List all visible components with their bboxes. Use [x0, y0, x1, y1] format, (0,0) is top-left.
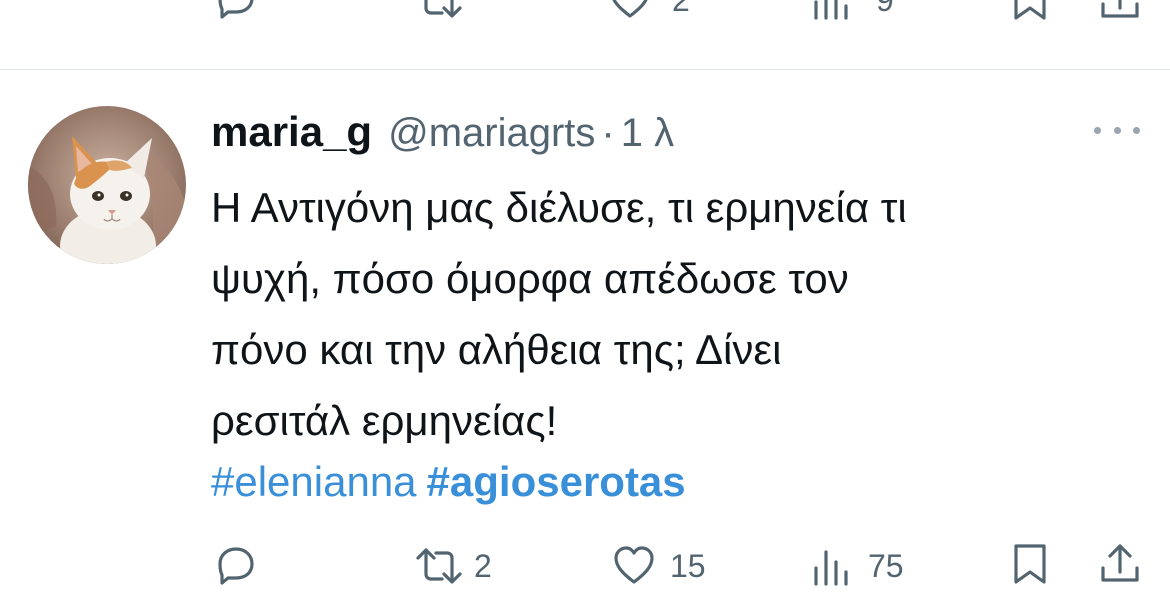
more-options-button[interactable] [1094, 120, 1140, 140]
share-button[interactable] [1098, 0, 1142, 22]
tweet-text-line: Η Αντιγόνη μας διέλυσε, τι ερμηνεία τι [211, 184, 907, 231]
cat-avatar-image [28, 106, 186, 264]
views-icon [814, 0, 848, 20]
views-button[interactable]: 75 [810, 544, 904, 588]
tweet-text: Η Αντιγόνη μας διέλυσε, τι ερμηνεία τι ψ… [211, 172, 1151, 456]
separator-dot: · [601, 111, 615, 155]
tweet-text-line: πόνο και την αλήθεια της; Δίνει [211, 326, 782, 373]
repost-button[interactable] [414, 0, 464, 22]
reply-button[interactable] [214, 0, 258, 22]
tweet-text-line: ψυχή, πόσο όμορφα απέδωσε τον [211, 255, 849, 302]
reply-icon [218, 0, 254, 19]
heart-icon [614, 546, 654, 584]
repost-icon [416, 548, 462, 584]
more-options-icon [1094, 126, 1101, 134]
hashtag-link[interactable]: #agioserotas [427, 458, 686, 505]
repost-count: 2 [474, 548, 492, 584]
bookmark-icon [1014, 0, 1046, 20]
bookmark-button[interactable] [1010, 0, 1050, 22]
like-count: 2 [672, 0, 690, 18]
hashtag-link[interactable]: #elenianna [211, 458, 417, 505]
hashtags: #elenianna #agioserotas [211, 452, 686, 512]
tweet-text-line: ρεσιτάλ ερμηνείας! [211, 397, 558, 444]
like-button[interactable]: 15 [612, 544, 706, 588]
like-count: 15 [670, 548, 706, 584]
display-name[interactable]: maria_g [211, 108, 372, 156]
bookmark-button[interactable] [1010, 542, 1050, 586]
like-button[interactable]: 2 [608, 0, 690, 22]
previous-tweet-action-bar: 2 9 [0, 0, 1170, 40]
tweet-divider [0, 69, 1170, 70]
heart-icon [612, 0, 648, 18]
avatar[interactable] [28, 106, 186, 264]
tweet-header: maria_g @mariagrts · 1 λ [211, 108, 674, 158]
views-count: 75 [868, 548, 904, 584]
tweet-timestamp[interactable]: 1 λ [621, 111, 674, 156]
views-button[interactable]: 9 [810, 0, 894, 22]
share-button[interactable] [1098, 542, 1142, 586]
views-icon [814, 550, 848, 586]
views-count: 9 [876, 0, 894, 18]
bookmark-icon [1014, 544, 1046, 584]
share-icon [1101, 544, 1139, 582]
reply-icon [218, 547, 254, 585]
repost-icon [424, 0, 462, 18]
share-icon [1101, 0, 1139, 18]
reply-button[interactable] [214, 544, 258, 588]
repost-button[interactable]: 2 [414, 544, 492, 588]
user-handle[interactable]: @mariagrts [388, 111, 595, 156]
